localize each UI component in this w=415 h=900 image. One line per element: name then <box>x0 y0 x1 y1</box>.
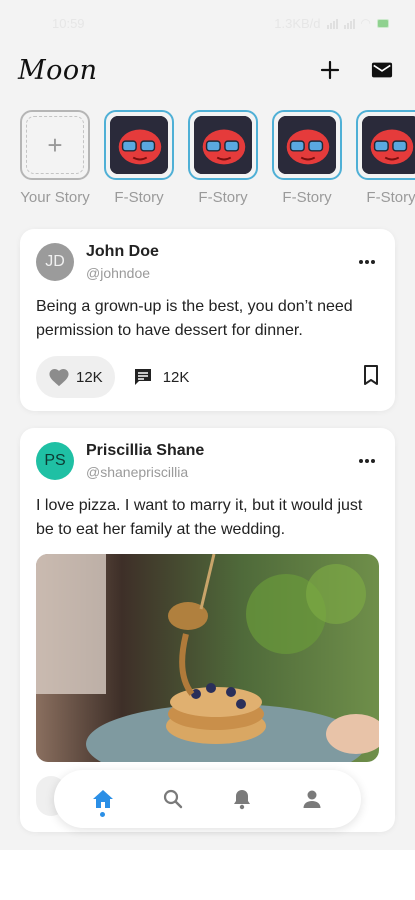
story-thumbnail <box>104 110 174 180</box>
like-count: 12K <box>76 368 103 386</box>
status-time: 10:59 <box>52 15 85 31</box>
post-text: I love pizza. I want to marry it, but it… <box>36 497 363 538</box>
story-item[interactable]: F-Story <box>104 110 174 212</box>
story-label: F-Story <box>114 189 164 206</box>
story-thumbnail <box>272 110 342 180</box>
story-item[interactable]: F-Story <box>188 110 258 212</box>
signal-icon-2 <box>343 18 355 29</box>
app-logo: Moon <box>18 54 98 86</box>
bell-icon[interactable] <box>222 779 262 819</box>
signal-icon <box>326 18 338 29</box>
story-label: Your Story <box>20 189 90 206</box>
bookmark-icon[interactable] <box>363 364 379 390</box>
story-item[interactable]: F-Story <box>272 110 342 212</box>
story-label: F-Story <box>366 189 415 206</box>
comment-icon <box>134 369 151 385</box>
search-icon[interactable] <box>153 779 193 819</box>
more-options-icon[interactable] <box>355 449 379 473</box>
status-bar: 10:59 1.3KB/d ◠ <box>0 0 415 46</box>
battery-icon <box>377 18 389 28</box>
story-thumbnail <box>356 110 415 180</box>
avatar[interactable]: PS <box>36 442 74 480</box>
plus-icon[interactable] <box>319 59 341 81</box>
post-image[interactable] <box>36 554 379 762</box>
active-indicator <box>100 812 106 817</box>
post-card: JD John Doe @johndoe Being a grown-up is… <box>20 229 395 411</box>
app-header: Moon <box>0 46 415 94</box>
like-button[interactable]: 12K <box>36 356 115 398</box>
mail-icon[interactable] <box>371 59 393 81</box>
network-speed: 1.3KB/d <box>274 15 321 31</box>
story-item[interactable]: F-Story <box>356 110 415 212</box>
avatar[interactable]: JD <box>36 243 74 281</box>
post-author-handle: @shanepriscillia <box>86 464 189 480</box>
post-author-name[interactable]: John Doe <box>86 243 355 261</box>
system-navigation-bar <box>0 850 415 900</box>
add-story-icon: + <box>26 116 84 174</box>
story-label: F-Story <box>198 189 248 206</box>
stories-row: + Your Story F-Story F-Story F-Story F-S… <box>0 94 415 212</box>
story-image <box>362 116 415 174</box>
story-add[interactable]: + Your Story <box>20 110 90 212</box>
story-label: F-Story <box>282 189 332 206</box>
person-icon[interactable] <box>292 779 332 819</box>
status-icons: 1.3KB/d ◠ <box>274 16 389 31</box>
story-thumbnail <box>188 110 258 180</box>
story-image <box>278 116 336 174</box>
comment-button[interactable]: 12K <box>133 367 190 387</box>
story-image <box>110 116 168 174</box>
post-author-handle: @johndoe <box>86 265 151 281</box>
wifi-icon: ◠ <box>360 16 371 30</box>
home-icon[interactable] <box>83 779 123 819</box>
heart-icon <box>49 369 69 387</box>
comment-count: 12K <box>162 368 190 386</box>
post-text: Being a grown-up is the best, you don’t … <box>36 298 353 339</box>
bottom-nav <box>54 770 361 828</box>
story-image <box>194 116 252 174</box>
story-thumbnail: + <box>20 110 90 180</box>
more-options-icon[interactable] <box>355 250 379 274</box>
post-author-name[interactable]: Priscillia Shane <box>86 442 355 460</box>
